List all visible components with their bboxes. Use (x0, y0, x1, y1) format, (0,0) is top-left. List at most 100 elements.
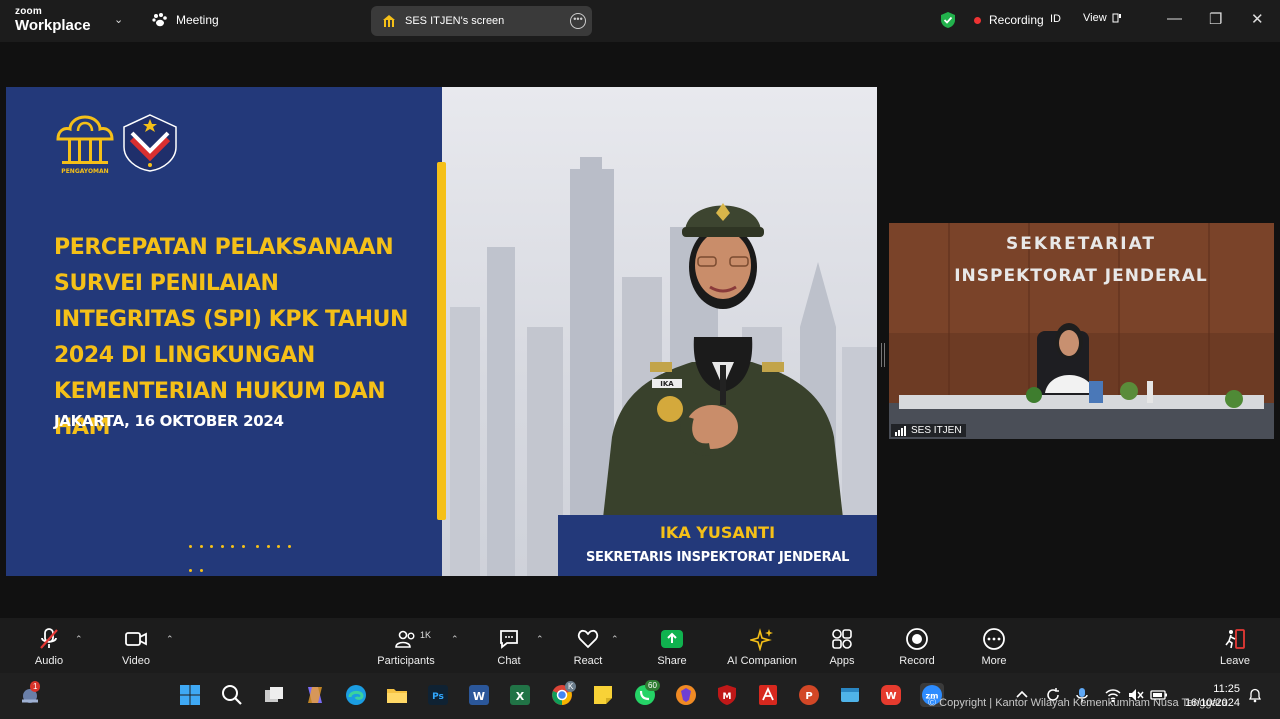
volume-muted-icon[interactable] (1127, 686, 1145, 704)
copilot-icon[interactable] (303, 683, 327, 707)
react-options-chevron-icon[interactable]: ⌃ (611, 634, 619, 645)
chat-options-chevron-icon[interactable]: ⌃ (536, 634, 544, 645)
participants-icon (395, 630, 415, 648)
video-button[interactable]: Video (118, 627, 154, 667)
leave-exit-icon (1225, 629, 1245, 649)
leave-button[interactable]: Leave (1219, 627, 1251, 667)
wifi-icon[interactable] (1104, 686, 1122, 704)
chat-bubble-icon (500, 630, 518, 649)
slide-logos: PENGAYOMAN (54, 113, 178, 175)
meeting-toolbar: Audio ⌃ Video ⌃ Participants 1K ⌃ Chat ⌃ (0, 618, 1280, 673)
apps-label: Apps (829, 655, 855, 667)
chat-label: Chat (497, 655, 521, 667)
file-explorer-icon[interactable] (385, 683, 409, 707)
app-window-icon[interactable] (838, 683, 862, 707)
speaker-portrait-image: IKA (602, 203, 844, 527)
clock-time: 11:25 (1213, 683, 1240, 695)
sync-icon[interactable] (1044, 686, 1062, 704)
participant-video-tile[interactable]: SEKRETARIAT INSPEKTORAT JENDERAL SES ITJ… (889, 223, 1274, 439)
chevron-down-icon[interactable]: ⌄ (114, 13, 123, 26)
more-button[interactable]: More (979, 627, 1009, 667)
zoom-workplace-logo[interactable]: zoom Workplace (15, 6, 91, 34)
recording-label: Recording (989, 13, 1044, 27)
brand-line1: zoom (15, 6, 42, 17)
sparkle-icon (750, 628, 773, 651)
brand-line2: Workplace (15, 17, 91, 34)
chat-button[interactable]: Chat (494, 627, 524, 667)
microphone-tray-icon[interactable] (1074, 686, 1090, 704)
apps-grid-icon (832, 629, 852, 649)
svg-text:W: W (885, 691, 896, 702)
whatsapp-badge: 60 (645, 680, 660, 691)
photoshop-icon[interactable]: Ps (426, 683, 450, 707)
restore-icon[interactable]: ❐ (1209, 10, 1222, 28)
audio-button[interactable]: Audio (30, 627, 68, 667)
logo-caption: PENGAYOMAN (61, 168, 108, 175)
meeting-label: Meeting (176, 13, 219, 27)
view-layout-icon (1112, 13, 1121, 23)
ministry-shield-logo-icon (123, 114, 177, 172)
edge-browser-icon[interactable] (344, 683, 368, 707)
speaker-name-band: IKA YUSANTI SEKRETARIS INSPEKTORAT JENDE… (558, 515, 877, 576)
record-button[interactable]: Record (898, 627, 936, 667)
view-button[interactable]: View (1083, 12, 1122, 24)
mcafee-icon[interactable]: M (715, 683, 739, 707)
svg-text:W: W (473, 690, 485, 703)
microphone-muted-icon (40, 628, 58, 649)
task-view-icon[interactable] (262, 683, 286, 707)
heart-icon (577, 629, 599, 649)
brave-browser-icon[interactable] (674, 683, 698, 707)
participants-options-chevron-icon[interactable]: ⌃ (451, 634, 459, 645)
close-icon[interactable]: ✕ (1251, 10, 1264, 28)
svg-text:M: M (723, 692, 732, 702)
svg-text:P: P (805, 691, 812, 702)
shield-check-icon[interactable] (940, 11, 956, 29)
windows-start-icon[interactable] (178, 683, 202, 707)
windows-taskbar: 1 Ps W X K 60 M P W zm © Copyright | Kan… (0, 673, 1280, 719)
svg-text:Ps: Ps (432, 692, 444, 702)
participant-name-label: SES ITJEN (891, 424, 966, 437)
meeting-tab[interactable]: Meeting (152, 13, 219, 27)
react-label: React (573, 655, 603, 667)
sticky-notes-icon[interactable] (591, 683, 615, 707)
apps-button[interactable]: Apps (828, 627, 856, 667)
screen-share-indicator[interactable]: SES ITJEN's screen ••• (371, 6, 592, 36)
share-button[interactable]: Share (655, 627, 689, 667)
signal-strength-icon (895, 425, 907, 436)
video-options-chevron-icon[interactable]: ⌃ (166, 634, 174, 645)
tray-overflow-chevron-icon[interactable] (1014, 686, 1030, 702)
participants-label: Participants (377, 655, 435, 667)
leave-label: Leave (1220, 655, 1250, 667)
wps-office-icon[interactable]: W (879, 683, 903, 707)
paw-icon (152, 13, 167, 27)
word-icon[interactable]: W (467, 683, 491, 707)
slide-date: JAKARTA, 16 OKTOBER 2024 (54, 412, 284, 430)
more-options-icon[interactable]: ••• (570, 13, 586, 29)
wall-sign-line2: INSPEKTORAT JENDERAL (954, 266, 1208, 286)
speaker-name: IKA YUSANTI (659, 523, 776, 542)
search-icon[interactable] (220, 683, 244, 707)
video-camera-icon (125, 632, 147, 646)
battery-icon[interactable] (1150, 686, 1168, 704)
ai-companion-button[interactable]: AI Companion (724, 627, 800, 667)
speaker-name-tag: IKA (660, 380, 674, 388)
audio-options-chevron-icon[interactable]: ⌃ (75, 634, 83, 645)
powerpoint-icon[interactable]: P (797, 683, 821, 707)
resize-handle[interactable] (881, 343, 885, 367)
excel-icon[interactable]: X (508, 683, 532, 707)
shared-screen: PENGAYOMAN PERCEPATAN PELAKSANAAN SURVEI… (6, 87, 877, 576)
acrobat-icon[interactable] (756, 683, 780, 707)
minimize-icon[interactable]: — (1167, 10, 1182, 27)
recording-status[interactable]: Recording (940, 11, 1044, 29)
wall-sign-line1: SEKRETARIAT (1006, 234, 1156, 254)
system-clock[interactable]: 11:25 16/10/2024 (1180, 682, 1240, 710)
record-icon (906, 628, 928, 650)
speaker-role: SEKRETARIS INSPEKTORAT JENDERAL (585, 550, 850, 565)
video-label: Video (122, 655, 150, 667)
participants-count: 1K (420, 630, 432, 640)
react-button[interactable]: React (572, 627, 604, 667)
notification-bell-icon[interactable] (1247, 687, 1263, 703)
pengayoman-small-icon (383, 15, 395, 27)
meeting-id-label[interactable]: ID (1050, 13, 1061, 25)
more-label: More (981, 655, 1007, 667)
